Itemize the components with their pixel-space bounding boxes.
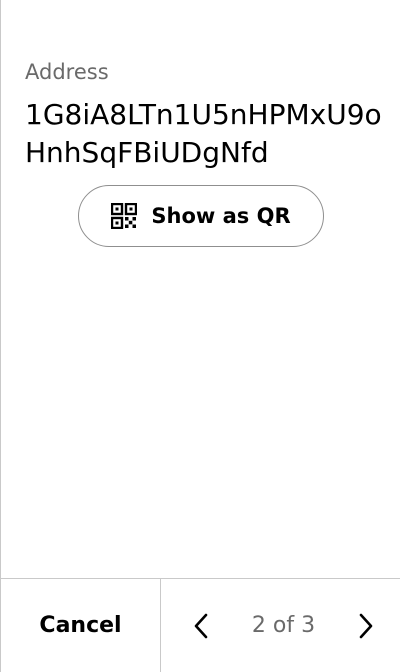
- qr-code-icon: [111, 202, 138, 230]
- address-screen: Address 1G8iA8LTn1U5nHPMxU9oHnhSqFBiUDgN…: [0, 0, 400, 672]
- footer-bar: Cancel 2 of 3: [1, 578, 400, 672]
- chevron-left-icon[interactable]: [191, 612, 211, 640]
- address-label: Address: [25, 60, 109, 84]
- chevron-right-icon[interactable]: [356, 612, 376, 640]
- show-as-qr-label: Show as QR: [151, 204, 291, 228]
- cancel-button[interactable]: Cancel: [1, 579, 161, 672]
- page-indicator: 2 of 3: [251, 613, 316, 638]
- pager: 2 of 3: [161, 579, 400, 672]
- address-content: Address 1G8iA8LTn1U5nHPMxU9oHnhSqFBiUDgN…: [1, 0, 400, 579]
- show-as-qr-button[interactable]: Show as QR: [78, 185, 324, 247]
- address-value: 1G8iA8LTn1U5nHPMxU9oHnhSqFBiUDgNfd: [25, 98, 382, 169]
